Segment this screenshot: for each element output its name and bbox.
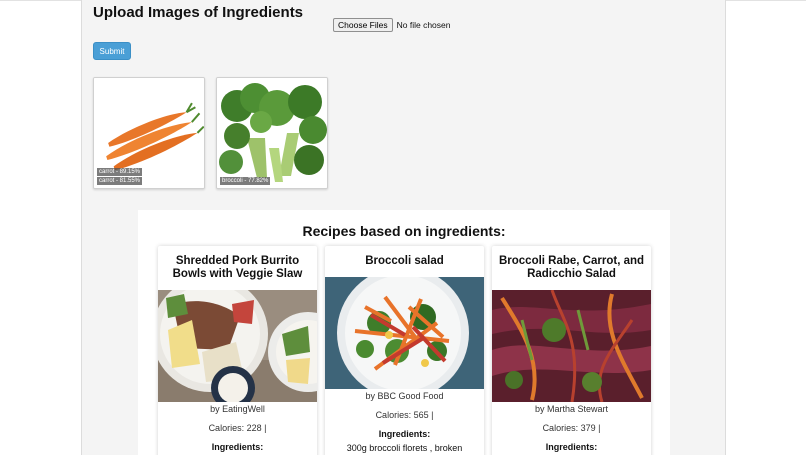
recipe-title: Broccoli Rabe, Carrot, and Radicchio Sal… (498, 255, 645, 280)
recipe-card[interactable]: Broccoli Rabe, Carrot, and Radicchio Sal… (492, 246, 651, 455)
main-content: Upload Images of Ingredients Choose File… (81, 0, 726, 455)
recipe-card[interactable]: Broccoli salad by BBC Good Food Calories… (325, 246, 484, 455)
recipe-image (158, 290, 317, 402)
recipe-image (492, 290, 651, 402)
broccoli-predictions: broccoli - 77.82% (220, 177, 271, 185)
recipe-ingredients-heading: Ingredients: (211, 442, 264, 452)
prediction-label: carrot - 89.15% (97, 168, 143, 176)
broccoli-image (217, 78, 327, 188)
upload-title: Upload Images of Ingredients (93, 4, 304, 21)
prediction-label: broccoli - 77.82% (220, 177, 271, 185)
recipe-card[interactable]: Shredded Pork Burrito Bowls with Veggie … (158, 246, 317, 455)
recipe-source: by BBC Good Food (365, 391, 444, 401)
recipe-source: by Martha Stewart (534, 404, 609, 414)
recipe-title: Broccoli salad (365, 255, 444, 267)
recipe-calories: Calories: 228 | (208, 423, 267, 433)
carrot-image-card: carrot - 89.15% carrot - 81.55% (93, 77, 205, 189)
recipes-heading: Recipes based on ingredients: (302, 223, 506, 239)
choose-files-button[interactable]: Choose Files (333, 18, 393, 32)
file-status-text: No file chosen (396, 20, 451, 30)
file-input[interactable]: Choose Files No file chosen (333, 18, 450, 32)
recipe-calories: Calories: 379 | (542, 423, 601, 433)
recipe-ingredients-heading: Ingredients: (545, 442, 598, 452)
recipes-panel: Recipes based on ingredients: Shredded P… (138, 210, 670, 455)
prediction-label: carrot - 81.55% (97, 177, 143, 185)
submit-button[interactable]: Submit (93, 42, 131, 60)
carrot-predictions: carrot - 89.15% carrot - 81.55% (97, 168, 143, 185)
recipe-ingredient: 300g broccoli florets , broken (346, 443, 463, 453)
recipe-title: Shredded Pork Burrito Bowls with Veggie … (172, 255, 303, 280)
uploaded-images: carrot - 89.15% carrot - 81.55% broccoli… (93, 77, 328, 189)
recipe-calories: Calories: 565 | (375, 410, 434, 420)
recipe-image (325, 277, 484, 389)
broccoli-image-card: broccoli - 77.82% (216, 77, 328, 189)
recipe-ingredients-heading: Ingredients: (378, 429, 431, 439)
recipe-source: by EatingWell (210, 404, 265, 414)
